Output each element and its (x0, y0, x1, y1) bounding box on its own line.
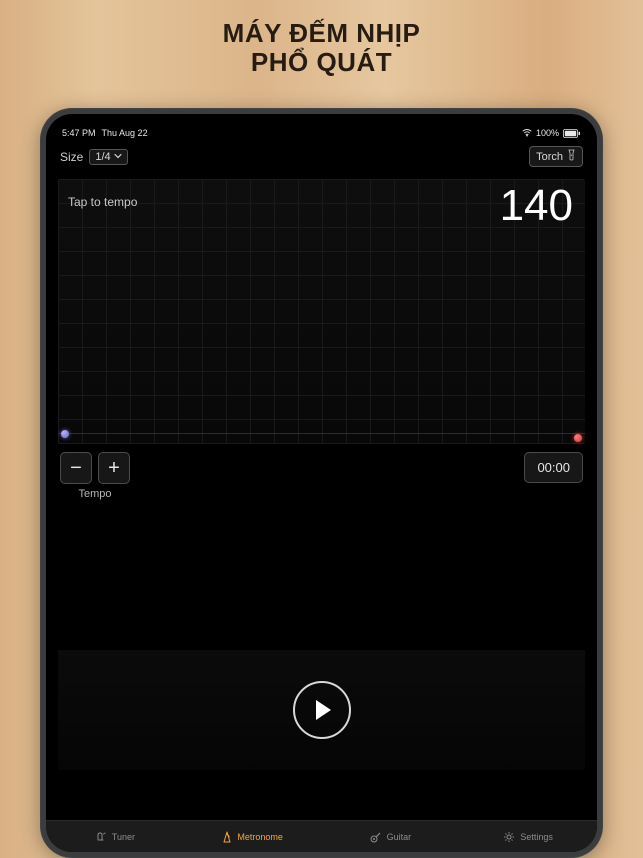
tempo-plus-button[interactable]: + (98, 452, 130, 484)
status-time: 5:47 PM (62, 128, 96, 138)
screen: 5:47 PM Thu Aug 22 100% Size 1/4 (46, 114, 597, 852)
tab-metronome[interactable]: Metronome (184, 821, 322, 852)
size-select[interactable]: 1/4 (89, 149, 127, 165)
tab-guitar-label: Guitar (387, 832, 412, 842)
promo-line1: MÁY ĐẾM NHỊP (0, 18, 643, 49)
timer-display[interactable]: 00:00 (524, 452, 583, 483)
promo-line2: PHỔ QUÁT (0, 47, 643, 78)
metronome-icon (222, 831, 232, 843)
tablet-frame: 5:47 PM Thu Aug 22 100% Size 1/4 (40, 108, 603, 858)
tempo-grid[interactable]: Tap to tempo 140 (58, 179, 585, 444)
tempo-row: − + Tempo 00:00 (58, 444, 585, 500)
status-bar: 5:47 PM Thu Aug 22 100% (58, 126, 585, 140)
tab-settings-label: Settings (520, 832, 553, 842)
torch-label: Torch (536, 151, 563, 163)
beat-dot-left (61, 430, 69, 438)
gear-icon (503, 831, 515, 843)
tab-tuner-label: Tuner (112, 832, 135, 842)
status-date: Thu Aug 22 (102, 128, 148, 138)
tempo-label: Tempo (78, 488, 111, 500)
size-value: 1/4 (95, 151, 110, 163)
tab-settings[interactable]: Settings (459, 821, 597, 852)
wifi-icon (522, 129, 532, 137)
tab-tuner[interactable]: Tuner (46, 821, 184, 852)
flashlight-icon (567, 149, 576, 164)
tempo-minus-button[interactable]: − (60, 452, 92, 484)
battery-icon (563, 129, 581, 138)
promo-title: MÁY ĐẾM NHỊP PHỔ QUÁT (0, 0, 643, 78)
tab-bar: Tuner Metronome Guitar Settings (46, 820, 597, 852)
top-controls: Size 1/4 Torch (58, 140, 585, 173)
tab-guitar[interactable]: Guitar (322, 821, 460, 852)
size-label: Size (60, 150, 83, 164)
bpm-display: 140 (500, 181, 573, 231)
torch-button[interactable]: Torch (529, 146, 583, 167)
guitar-icon (370, 831, 382, 843)
spacer (58, 500, 585, 650)
tab-metronome-label: Metronome (237, 832, 283, 842)
play-area (58, 650, 585, 770)
play-button[interactable] (293, 681, 351, 739)
grid-baseline (58, 433, 585, 434)
tuner-icon (95, 831, 107, 843)
tap-to-tempo-hint: Tap to tempo (68, 195, 137, 209)
beat-dot-right (574, 434, 582, 442)
chevron-down-icon (114, 151, 122, 163)
battery-pct: 100% (536, 128, 559, 138)
play-icon (316, 700, 331, 720)
